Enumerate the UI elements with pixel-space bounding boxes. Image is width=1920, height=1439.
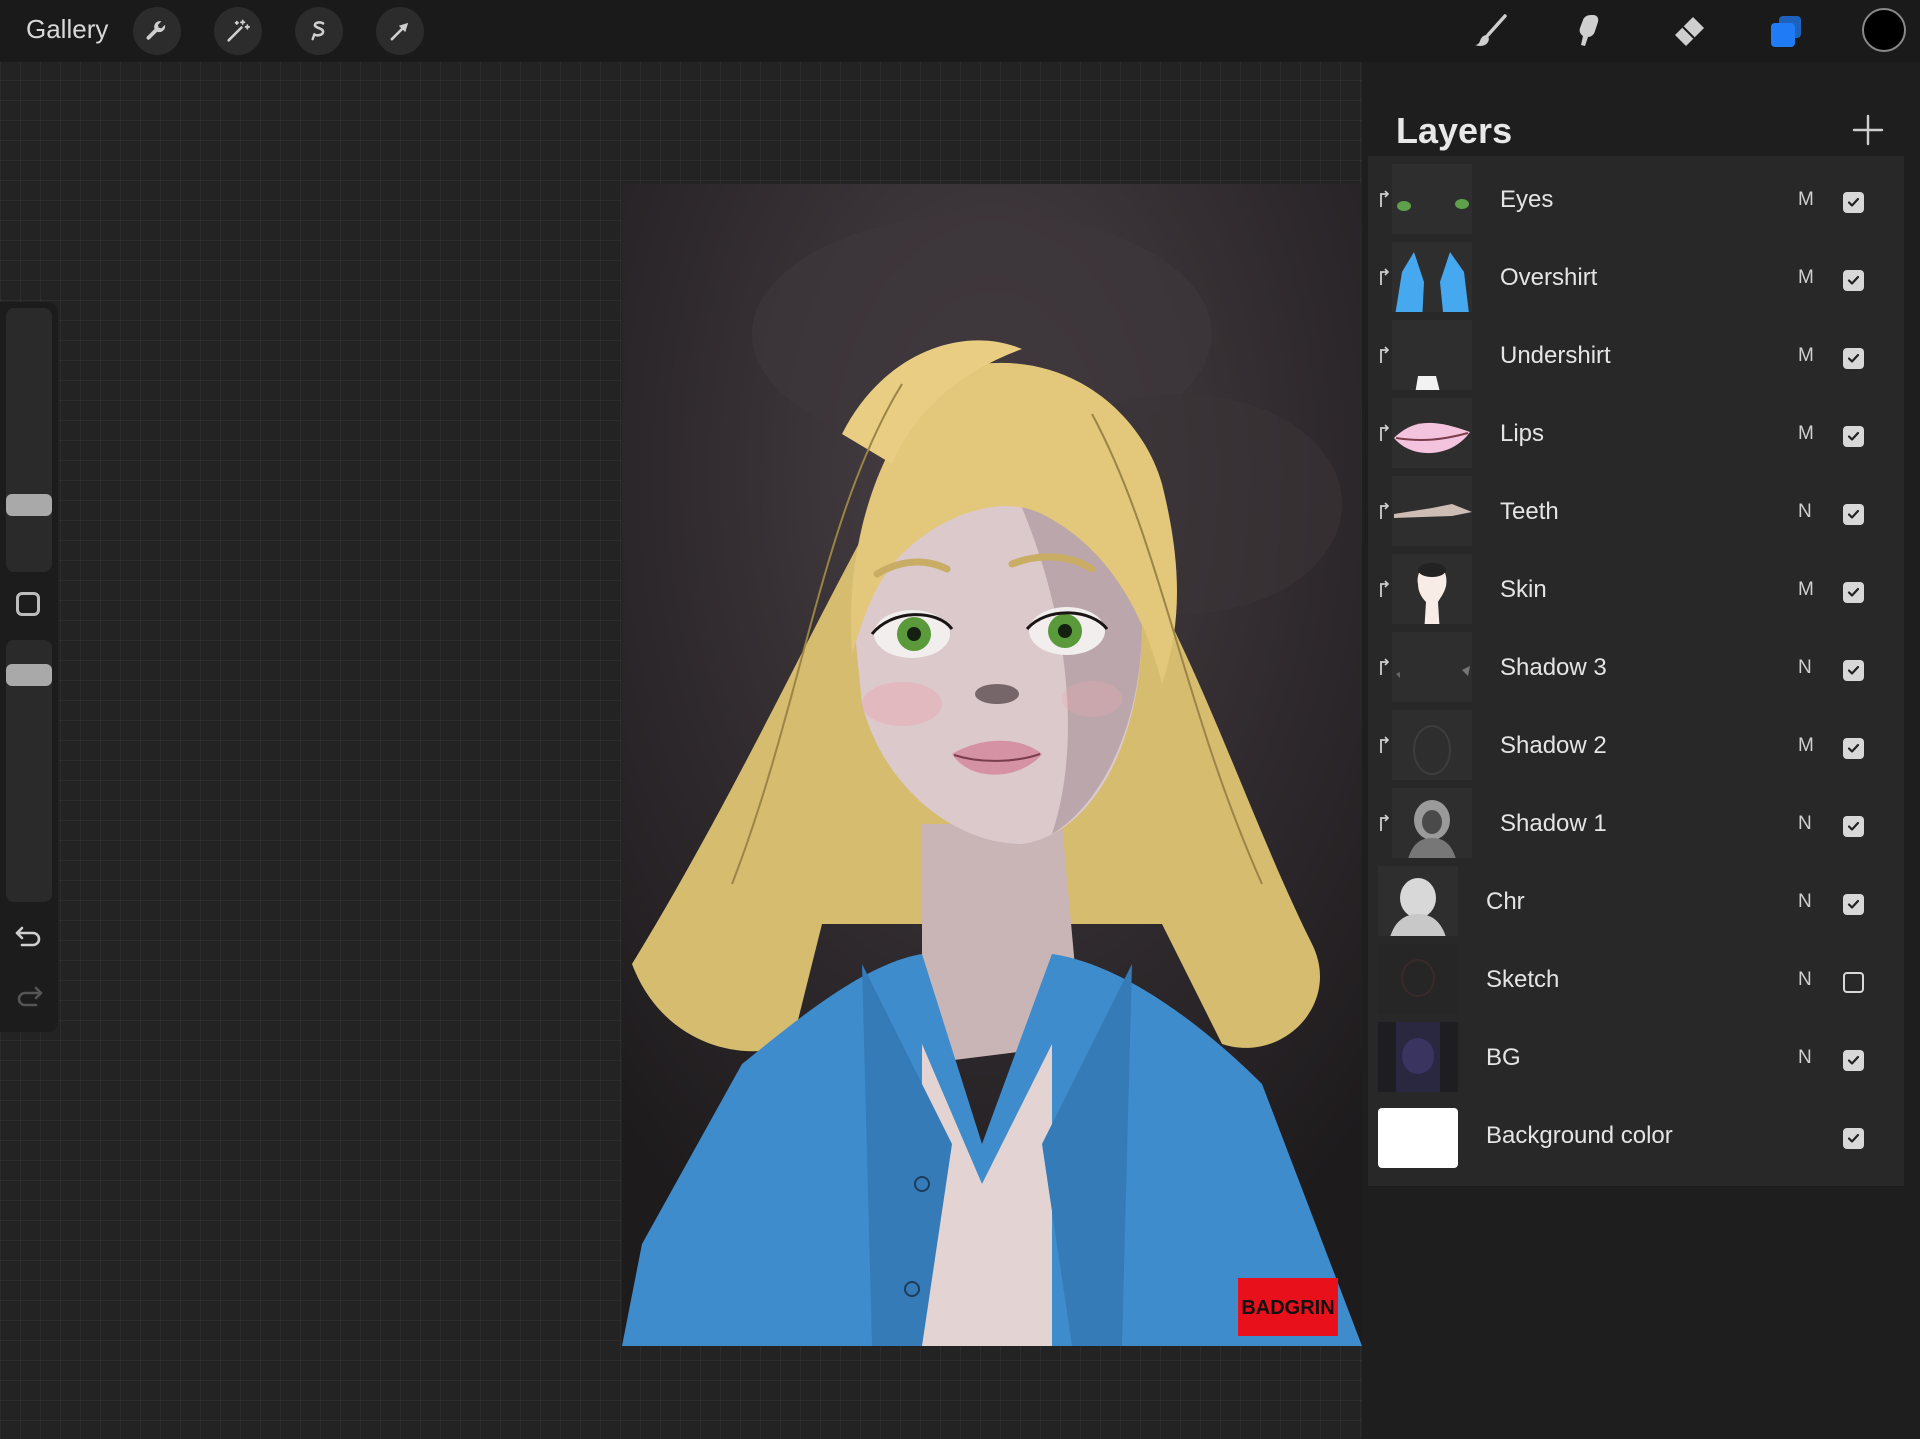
layer-visibility-checkbox[interactable] [1843, 582, 1864, 603]
magic-wand-icon[interactable] [214, 7, 262, 55]
opacity-handle[interactable] [6, 664, 52, 686]
layer-visibility-checkbox[interactable] [1843, 1128, 1864, 1149]
layer-thumbnail[interactable] [1392, 632, 1472, 712]
layer-visibility-checkbox[interactable] [1843, 972, 1864, 993]
layer-visibility-checkbox[interactable] [1843, 894, 1864, 915]
selection-icon[interactable] [295, 7, 343, 55]
left-sidebar [0, 302, 58, 1032]
layer-visibility-checkbox[interactable] [1843, 426, 1864, 447]
layer-visibility-checkbox[interactable] [1843, 816, 1864, 837]
layer-blend-mode[interactable]: N [1798, 969, 1812, 991]
layer-blend-mode[interactable]: N [1798, 1047, 1812, 1069]
layer-thumbnail[interactable] [1392, 242, 1472, 322]
modify-square-icon[interactable] [16, 592, 40, 616]
gallery-button[interactable]: Gallery [26, 14, 108, 45]
layer-thumbnail[interactable] [1392, 398, 1472, 478]
layer-name: Overshirt [1500, 264, 1598, 291]
layer-name: Shadow 1 [1500, 810, 1607, 837]
layer-name: Skin [1500, 576, 1547, 603]
layer-name: Sketch [1486, 966, 1560, 993]
layer-blend-mode[interactable]: M [1798, 579, 1814, 601]
layer-blend-mode[interactable]: M [1798, 267, 1814, 289]
clipping-mask-icon [1380, 658, 1390, 675]
layer-name: Shadow 2 [1500, 732, 1607, 759]
brush-size-handle[interactable] [6, 494, 52, 516]
layer-name: Teeth [1500, 498, 1559, 525]
layer-blend-mode[interactable]: N [1798, 813, 1812, 835]
clipping-mask-icon [1380, 424, 1390, 441]
undo-icon[interactable] [12, 918, 46, 952]
clipping-mask-icon [1380, 502, 1390, 519]
clipping-mask-icon [1380, 190, 1390, 207]
eraser-icon[interactable] [1666, 8, 1712, 54]
layer-thumbnail[interactable] [1378, 866, 1458, 946]
layer-thumbnail[interactable] [1392, 788, 1472, 868]
brush-icon[interactable] [1468, 8, 1514, 54]
layer-visibility-checkbox[interactable] [1843, 348, 1864, 369]
layer-name: Lips [1500, 420, 1545, 447]
layer-blend-mode[interactable]: M [1798, 189, 1814, 211]
layer-row[interactable]: Background color [1368, 1092, 1904, 1187]
layer-name: Background color [1486, 1122, 1673, 1149]
drawing-canvas[interactable]: BADGRIN [622, 184, 1362, 1346]
layers-icon[interactable] [1763, 8, 1809, 54]
layer-blend-mode[interactable]: N [1798, 657, 1812, 679]
clipping-mask-icon [1380, 580, 1390, 597]
layer-thumbnail[interactable] [1392, 554, 1472, 634]
layer-visibility-checkbox[interactable] [1843, 504, 1864, 525]
layer-name: Chr [1486, 888, 1525, 915]
clipping-mask-icon [1380, 268, 1390, 285]
layer-thumbnail[interactable] [1378, 944, 1458, 1024]
layer-blend-mode[interactable]: N [1798, 891, 1812, 913]
layer-visibility-checkbox[interactable] [1843, 660, 1864, 681]
layer-visibility-checkbox[interactable] [1843, 738, 1864, 759]
smudge-icon[interactable] [1566, 8, 1612, 54]
layer-thumbnail[interactable] [1378, 1108, 1458, 1168]
layer-name: Shadow 3 [1500, 654, 1607, 681]
watermark-text: BADGRIN [1241, 1297, 1334, 1319]
layer-thumbnail[interactable] [1392, 164, 1472, 244]
clipping-mask-icon [1380, 736, 1390, 753]
clipping-mask-icon [1380, 346, 1390, 363]
top-toolbar: Gallery [0, 0, 1920, 62]
artwork-illustration: BADGRIN [622, 184, 1362, 1346]
layer-blend-mode[interactable]: M [1798, 735, 1814, 757]
layer-name: BG [1486, 1044, 1521, 1071]
layer-blend-mode[interactable]: M [1798, 423, 1814, 445]
clipping-mask-icon [1380, 814, 1390, 831]
layer-visibility-checkbox[interactable] [1843, 1050, 1864, 1071]
redo-icon[interactable] [12, 978, 46, 1012]
layer-thumbnail[interactable] [1392, 476, 1472, 556]
layer-name: Undershirt [1500, 342, 1611, 369]
layers-title: Layers [1396, 110, 1513, 151]
plus-icon[interactable] [1850, 112, 1886, 148]
layer-thumbnail[interactable] [1392, 710, 1472, 790]
layer-thumbnail[interactable] [1378, 1022, 1458, 1102]
layer-visibility-checkbox[interactable] [1843, 270, 1864, 291]
layer-name: Eyes [1500, 186, 1554, 213]
layer-blend-mode[interactable]: M [1798, 345, 1814, 367]
color-picker-swatch[interactable] [1862, 8, 1906, 52]
transform-arrow-icon[interactable] [376, 7, 424, 55]
layers-panel: Layers Eyes M Overshirt M Undershirt M Lips M Te… [1362, 62, 1920, 1439]
layer-blend-mode[interactable]: N [1798, 501, 1812, 523]
wrench-icon[interactable] [133, 7, 181, 55]
brush-size-slider[interactable] [6, 308, 52, 572]
layer-thumbnail[interactable] [1392, 320, 1472, 400]
layer-visibility-checkbox[interactable] [1843, 192, 1864, 213]
